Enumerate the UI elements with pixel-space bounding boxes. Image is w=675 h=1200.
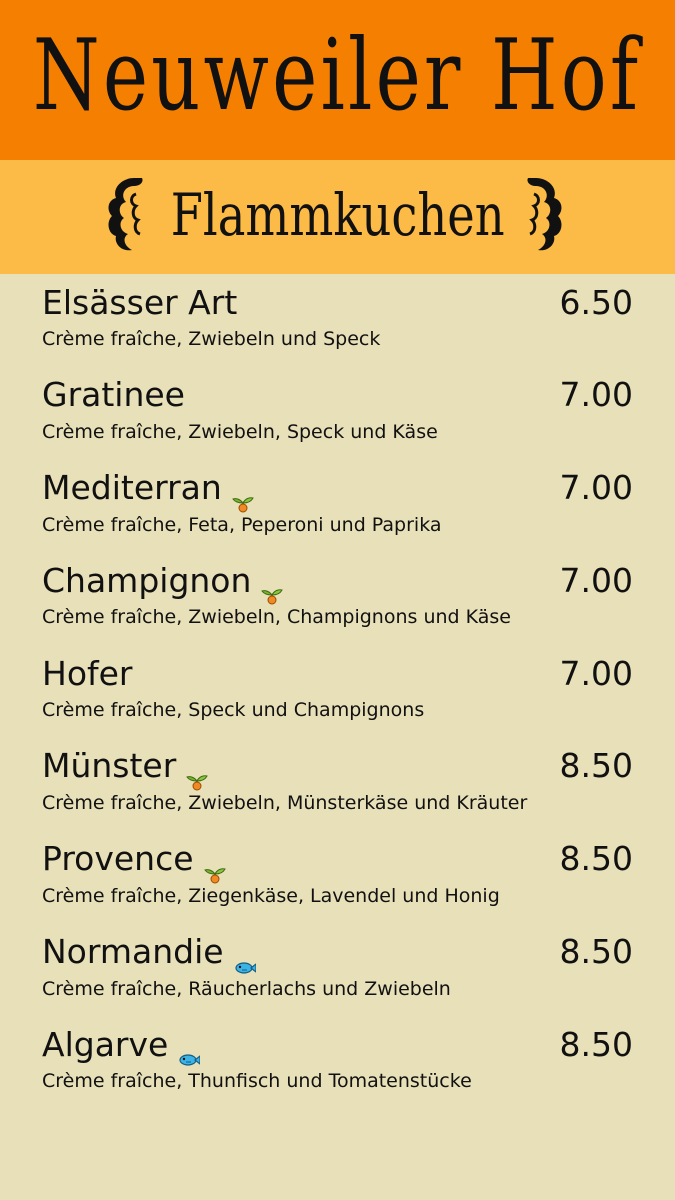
menu-item: Hofer 7.00 Crème fraîche, Speck und Champi…	[42, 649, 633, 742]
fish-icon	[234, 946, 257, 974]
item-price: 8.50	[559, 746, 633, 786]
item-name: Gratinee	[42, 375, 185, 415]
item-description: Crème fraîche, Zwiebeln, Speck und Käse	[42, 420, 438, 443]
item-name: Champignon	[42, 560, 252, 600]
menu-item: Algarve 8.50 Crème fraîche, Thunfisch und …	[42, 1020, 633, 1113]
ornament-left-icon	[108, 178, 143, 251]
item-price: 7.00	[559, 560, 633, 600]
section-title: Flammkuchen	[170, 181, 505, 249]
fish-icon	[178, 1038, 201, 1066]
item-description: Crème fraîche, Zwiebeln, Champignons und…	[42, 606, 511, 629]
item-description: Crème fraîche, Speck und Champignons	[42, 699, 425, 722]
item-price: 6.50	[559, 282, 633, 322]
item-price: 8.50	[559, 839, 633, 879]
item-name: Hofer	[42, 653, 133, 693]
menu-item: Champignon 7.00 Crème fraîche, Zwiebeln, C…	[42, 556, 633, 649]
item-description: Crème fraîche, Ziegenkäse, Lavendel und …	[42, 884, 500, 907]
item-description: Crème fraîche, Zwiebeln und Speck	[42, 328, 381, 350]
item-name: Mediterran	[42, 468, 222, 508]
menu-item: Normandie 8.50 Crème fraîche, Räucherlachs…	[42, 928, 633, 1021]
item-description: Crème fraîche, Thunfisch und Tomatenstüc…	[42, 1070, 472, 1093]
vegetarian-icon	[261, 574, 284, 605]
item-price: 7.00	[559, 468, 633, 508]
item-price: 8.50	[559, 932, 633, 972]
item-price: 8.50	[559, 1024, 633, 1064]
menu-item: Gratinee 7.00 Crème fraîche, Zwiebeln, Spe…	[42, 371, 633, 464]
restaurant-title: Neuweiler Hof	[33, 19, 642, 133]
vegetarian-icon	[203, 853, 226, 884]
item-price: 7.00	[559, 375, 633, 415]
item-description: Crème fraîche, Zwiebeln, Münsterkäse und…	[42, 791, 528, 814]
section-banner: Flammkuchen	[0, 160, 675, 274]
menu-item: Elsässer Art 6.50 Crème fraîche, Zwiebeln …	[42, 278, 633, 371]
header-banner: Neuweiler Hof	[0, 0, 675, 160]
menu-item: Mediterran 7.00 Crème fraîche, Feta, Peper…	[42, 464, 633, 557]
item-name: Algarve	[42, 1024, 169, 1064]
item-price: 7.00	[559, 653, 633, 693]
menu-item: Münster 8.50 Crème fraîche, Zwiebeln, Müns…	[42, 742, 633, 835]
vegetarian-icon	[186, 760, 209, 791]
item-name: Normandie	[42, 932, 224, 972]
menu-list: Elsässer Art 6.50 Crème fraîche, Zwiebeln …	[0, 274, 675, 1113]
vegetarian-icon	[232, 482, 254, 513]
item-description: Crème fraîche, Räucherlachs und Zwiebeln	[42, 977, 451, 1000]
item-name: Münster	[42, 746, 177, 786]
item-name: Provence	[42, 839, 194, 879]
ornament-right-icon	[527, 178, 562, 251]
menu-item: Provence 8.50 Crème fraîche, Ziegenkäse, L…	[42, 835, 633, 928]
item-name: Elsässer Art	[42, 282, 238, 322]
item-description: Crème fraîche, Feta, Peperoni und Paprik…	[42, 513, 442, 536]
